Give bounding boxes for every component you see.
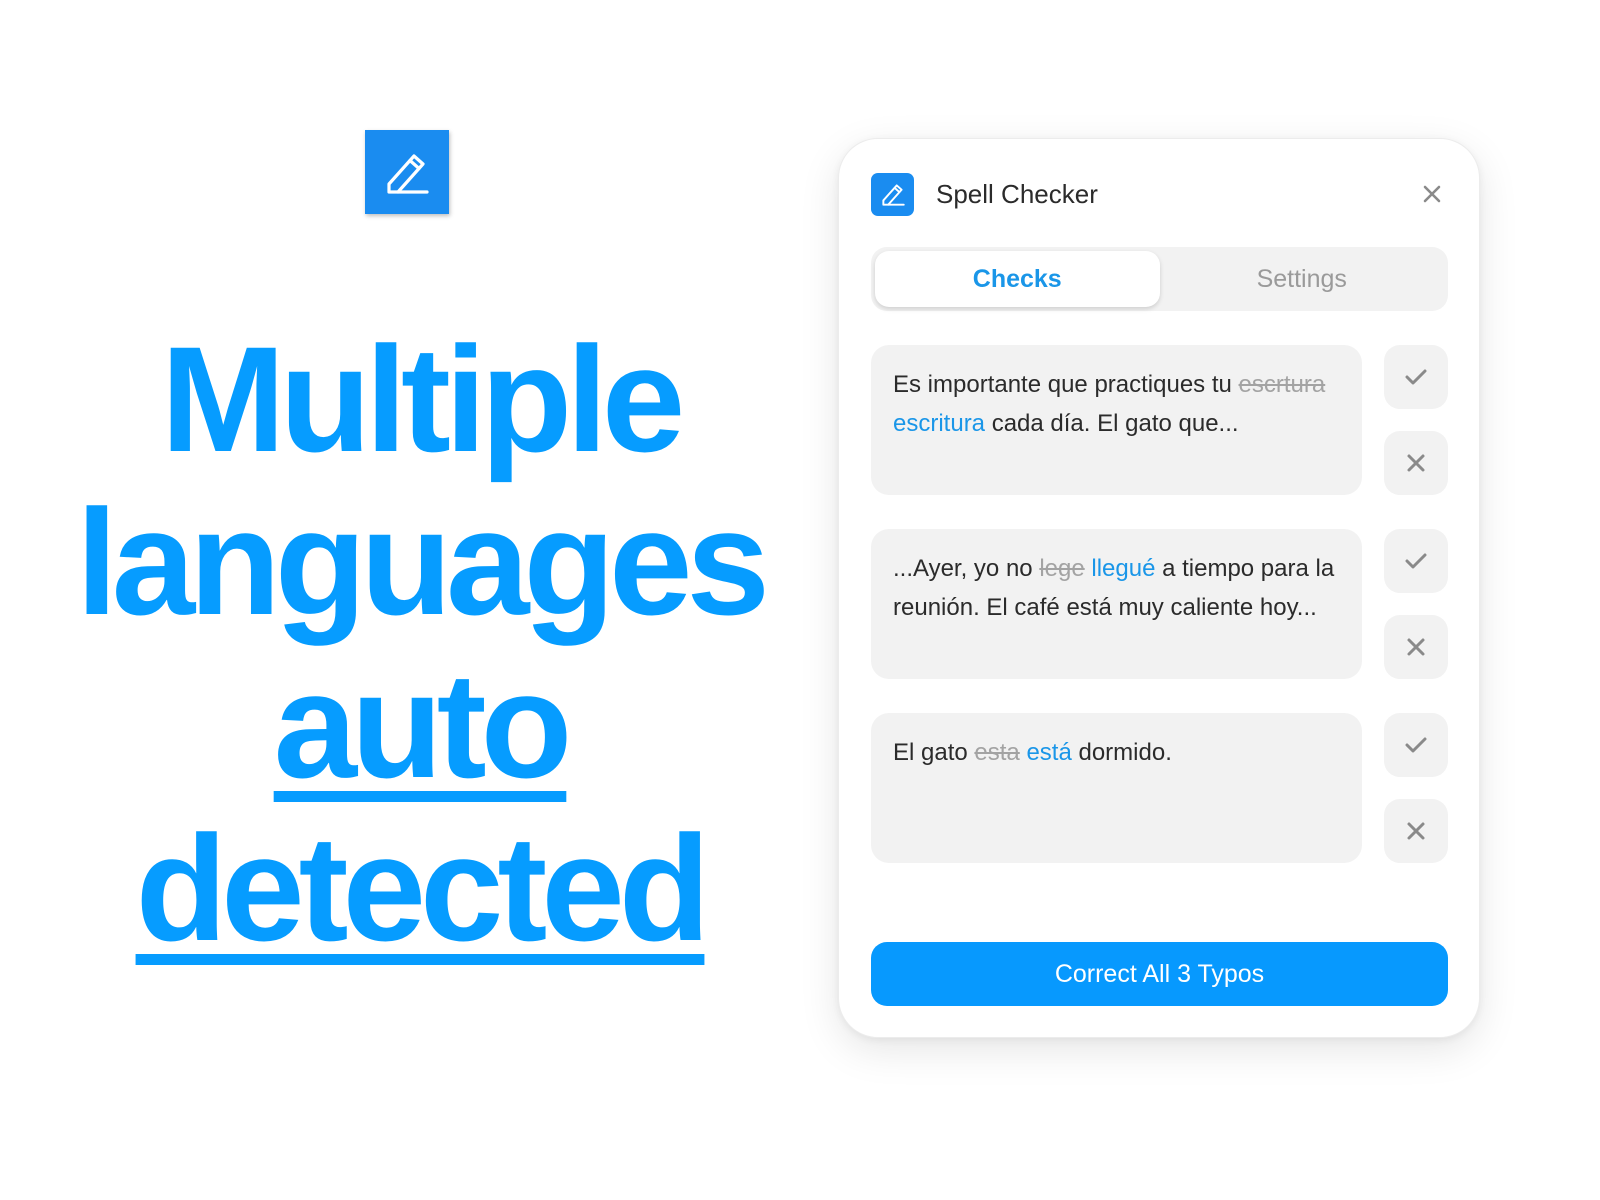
text-before: El gato (893, 739, 975, 766)
check-item: ...Ayer, yo no lege llegué a tiempo para… (871, 529, 1448, 679)
check-icon (1405, 737, 1427, 753)
pencil-icon (387, 154, 429, 194)
text-before: ...Ayer, yo no (893, 555, 1040, 582)
accept-button[interactable] (1384, 713, 1448, 777)
reject-button[interactable] (1384, 431, 1448, 495)
headline-line-4: detected (135, 804, 711, 972)
check-text: ...Ayer, yo no lege llegué a tiempo para… (871, 529, 1362, 679)
text-after: cada día. El gato que... (985, 410, 1239, 437)
tab-bar: Checks Settings (871, 247, 1448, 311)
hero-logo (365, 130, 449, 214)
reject-button[interactable] (1384, 799, 1448, 863)
x-icon (1407, 454, 1425, 472)
x-icon (1407, 638, 1425, 656)
suggested-word[interactable]: está (1026, 739, 1071, 766)
x-icon (1407, 822, 1425, 840)
text-before: Es importante que practiques tu (893, 371, 1239, 398)
accept-button[interactable] (1384, 529, 1448, 593)
headline-line-2: languages (76, 478, 770, 646)
misspelled-word: esta (974, 739, 1020, 766)
reject-button[interactable] (1384, 615, 1448, 679)
check-text: El gato esta está dormido. (871, 713, 1362, 863)
spell-checker-panel: Spell Checker Checks Settings Es importa… (838, 138, 1480, 1038)
suggested-word[interactable]: llegué (1091, 555, 1155, 582)
headline-line-1: Multiple (160, 315, 686, 483)
close-button[interactable] (1417, 179, 1447, 209)
misspelled-word: escrtura (1238, 371, 1326, 398)
headline: Multiple languages auto detected (40, 318, 800, 970)
checks-list: Es importante que practiques tu escrtura… (871, 345, 1448, 897)
check-icon (1405, 369, 1427, 385)
suggested-word[interactable]: escritura (893, 410, 985, 437)
headline-line-3: auto (273, 641, 573, 809)
tab-checks[interactable]: Checks (875, 251, 1160, 307)
pencil-icon (881, 184, 905, 206)
panel-header: Spell Checker (871, 171, 1447, 217)
correct-all-button[interactable]: Correct All 3 Typos (871, 942, 1448, 1006)
text-after: dormido. (1071, 739, 1172, 766)
check-icon (1405, 553, 1427, 569)
app-logo (871, 172, 914, 216)
close-icon (1423, 185, 1441, 203)
tab-settings[interactable]: Settings (1160, 251, 1445, 307)
panel-title: Spell Checker (936, 178, 1098, 209)
check-item: Es importante que practiques tu escrtura… (871, 345, 1448, 495)
misspelled-word: lege (1039, 555, 1085, 582)
accept-button[interactable] (1384, 345, 1448, 409)
check-item: El gato esta está dormido. (871, 713, 1448, 863)
check-text: Es importante que practiques tu escrtura… (871, 345, 1362, 495)
